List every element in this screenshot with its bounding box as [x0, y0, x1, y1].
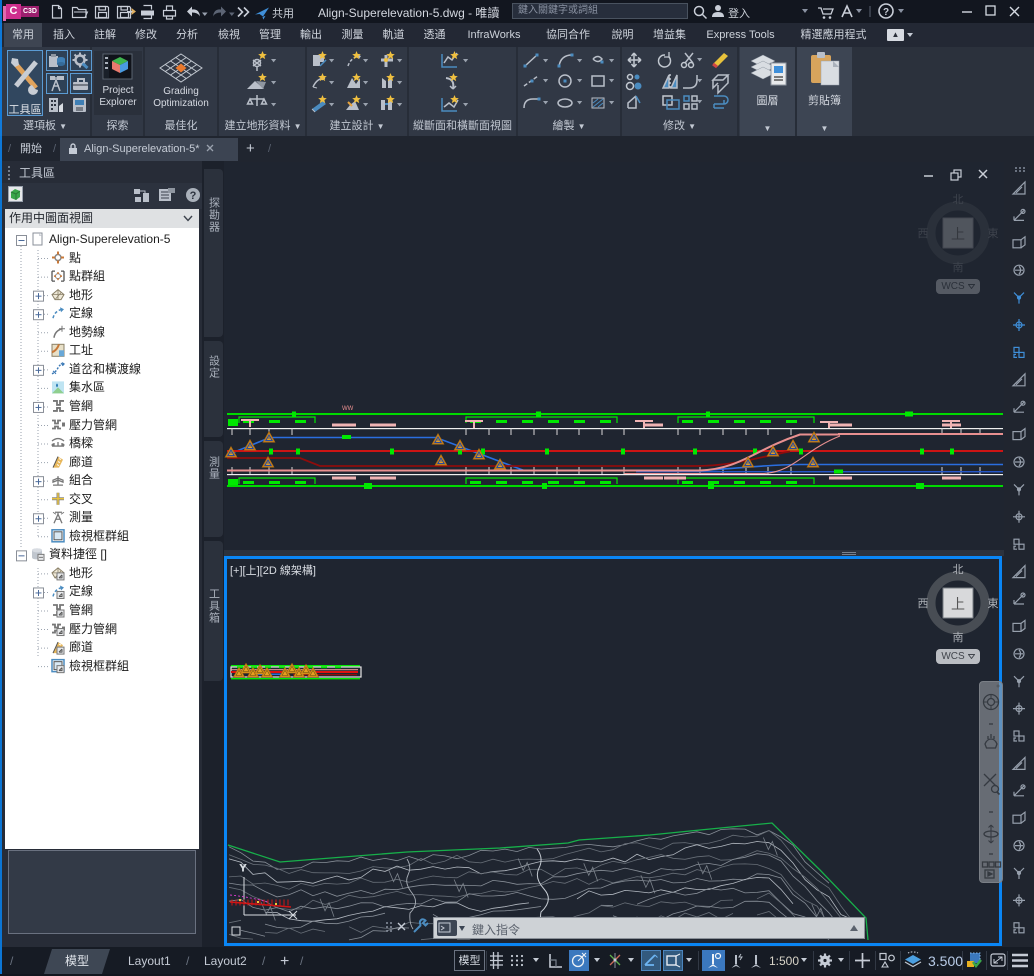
- svg-text:?: ?: [883, 7, 889, 18]
- svg-text:WW: WW: [342, 406, 354, 412]
- svg-text:?: ?: [190, 190, 197, 202]
- svg-text:Y: Y: [240, 863, 246, 873]
